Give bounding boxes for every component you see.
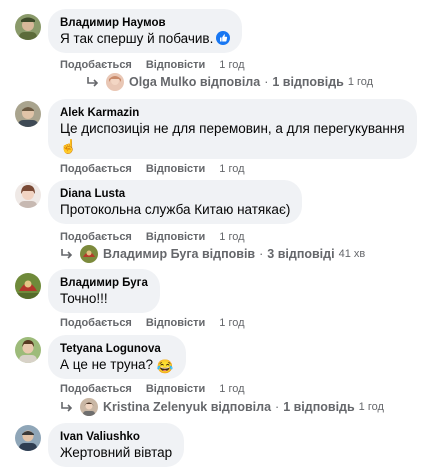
like-button[interactable]: Подобається (60, 317, 132, 329)
comment-time[interactable]: 1 год (219, 231, 244, 243)
like-button[interactable]: Подобається (60, 231, 132, 243)
comment-bubble: Diana Lusta Протокольна служба Китаю нат… (48, 180, 303, 224)
like-button[interactable]: Подобається (60, 163, 132, 175)
replier-verb: відповіла (210, 400, 272, 414)
view-replies-link[interactable]: Владимир Буга відповів · 3 відповіді 41 хв (60, 245, 365, 263)
avatar[interactable] (15, 337, 41, 363)
comment-actions: Подобається Відповісти 1 год (60, 230, 245, 244)
like-button[interactable]: Подобається (60, 59, 132, 71)
replier-verb: відповів (202, 247, 256, 261)
avatar-photo-icon (15, 101, 41, 127)
avatar[interactable] (15, 273, 41, 299)
reply-time: 1 год (347, 76, 374, 88)
comment-text: А це не труна? 😂 (60, 357, 174, 374)
avatar-photo-icon (15, 425, 41, 451)
reply-count: 1 відповідь (272, 75, 344, 89)
like-reaction-icon[interactable] (216, 31, 231, 45)
comment-bubble: Alek Karmazin Це диспозиція не для перем… (48, 99, 417, 159)
comment-actions: Подобається Відповісти 1 год (60, 316, 245, 330)
reply-time: 41 хв (338, 248, 366, 260)
avatar[interactable] (15, 14, 41, 40)
comment-time[interactable]: 1 год (219, 383, 244, 395)
view-replies-link[interactable]: Olga Mulko відповіла · 1 відповідь 1 год (86, 73, 373, 91)
reply-button[interactable]: Відповісти (146, 59, 205, 71)
reply-button[interactable]: Відповісти (146, 231, 205, 243)
separator: · (259, 247, 264, 261)
reply-button[interactable]: Відповісти (146, 383, 205, 395)
laughing-emoji-icon: 😂 (156, 359, 174, 374)
reply-arrow-icon (61, 249, 73, 259)
replier-verb: відповіла (199, 75, 261, 89)
avatar-photo-icon (15, 14, 41, 40)
avatar[interactable] (15, 182, 41, 208)
comment-author[interactable]: Diana Lusta (60, 187, 290, 201)
comment-text: Точно!!! (60, 291, 108, 306)
reply-button[interactable]: Відповісти (146, 317, 205, 329)
comment-bubble: Tetyana Logunova А це не труна? 😂 (48, 335, 186, 379)
view-replies-link[interactable]: Kristina Zelenyuk відповіла · 1 відповідь 1… (60, 398, 384, 416)
comment-author[interactable]: Владимир Наумов (60, 16, 230, 30)
avatar-photo-icon (15, 182, 41, 208)
comment-time[interactable]: 1 год (219, 59, 244, 71)
comment-actions: Подобається Відповісти 1 год (60, 58, 245, 72)
comment-actions: Подобається Відповісти 1 год (60, 162, 245, 176)
avatar-photo-icon (15, 337, 41, 363)
separator: · (275, 400, 280, 414)
reply-count: 3 відповіді (267, 247, 335, 261)
comment-author[interactable]: Tetyana Logunova (60, 342, 174, 356)
comment-author[interactable]: Alek Karmazin (60, 106, 405, 120)
replier-avatar (80, 398, 98, 416)
replier-avatar (106, 73, 124, 91)
comment-text: Я так спершу й побачив. (60, 30, 231, 48)
avatar[interactable] (15, 425, 41, 451)
comment-bubble: Владимир Наумов Я так спершу й побачив. (48, 9, 243, 53)
comment-text: Жертовний вівтар (60, 445, 173, 460)
avatar[interactable] (15, 101, 41, 127)
reply-time: 1 год (358, 401, 384, 413)
reply-arrow-icon (87, 77, 99, 87)
reply-button[interactable]: Відповісти (146, 163, 205, 175)
replier-name: Olga Mulko (129, 75, 197, 89)
separator: · (264, 75, 269, 89)
replier-avatar (80, 245, 98, 263)
reply-count: 1 відповідь (283, 400, 355, 414)
replier-name: Владимир Буга (103, 247, 199, 261)
reply-arrow-icon (61, 402, 73, 412)
comment-author[interactable]: Ivan Valiushko (60, 430, 172, 444)
avatar-photo-icon (15, 273, 41, 299)
replier-name: Kristina Zelenyuk (103, 400, 208, 414)
comment-text: Протокольна служба Китаю натякає) (60, 202, 291, 217)
comment-emoji: ☝ (60, 139, 77, 154)
comment-bubble: Ivan Valiushko Жертовний вівтар (48, 423, 185, 467)
comment-time[interactable]: 1 год (219, 317, 244, 329)
comment-bubble: Владимир Буга Точно!!! (48, 269, 160, 313)
like-button[interactable]: Подобається (60, 383, 132, 395)
comment-text: Це диспозиція не для перемовин, а для пе… (60, 121, 405, 136)
comment-actions: Подобається Відповісти 1 год (60, 382, 245, 396)
comment-time[interactable]: 1 год (219, 163, 244, 175)
comment-author[interactable]: Владимир Буга (60, 276, 148, 290)
